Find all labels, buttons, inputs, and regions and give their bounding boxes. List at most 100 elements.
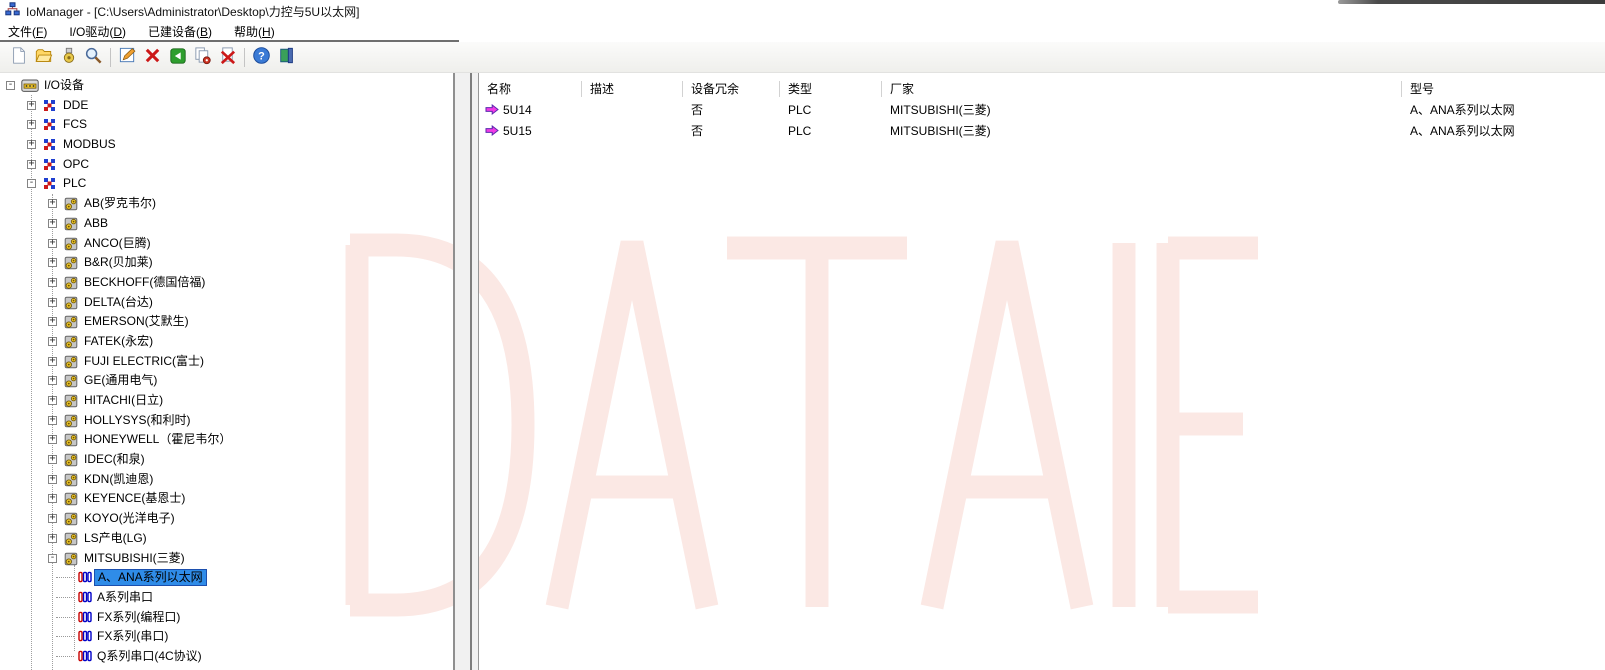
expand-icon[interactable]: + [27,119,36,130]
driver-category-icon [43,138,57,154]
device-row[interactable]: 5U15 否 PLC MITSUBISHI(三菱) A、ANA系列以太网 [479,120,1605,141]
stamp-button[interactable] [56,45,81,70]
edit-button[interactable] [115,45,140,70]
tree-item-label: FATEK(永宏) [84,333,154,348]
exit-button[interactable] [274,45,299,70]
toolbar: ? [0,42,1605,73]
column-header-vendor[interactable]: 厂家 [882,80,1402,97]
tree-item[interactable]: + HONEYWELL（霍尼韦尔） [0,430,453,450]
expand-icon[interactable]: + [48,454,57,465]
expand-icon[interactable]: + [48,237,57,248]
tree-item[interactable]: + FATEK(永宏) [0,332,453,352]
tree-item[interactable]: + ANCO(巨腾) [0,234,453,254]
tree-item[interactable]: + AB(罗克韦尔) [0,194,453,214]
collapse-icon[interactable]: - [6,80,15,90]
tree-item[interactable]: + BECKHOFF(德国倍福) [0,273,453,293]
expand-icon[interactable]: + [48,316,57,327]
expand-icon[interactable]: + [48,257,57,268]
tree-item-label: IDEC(和泉) [84,452,145,467]
tree-item[interactable]: + FUJI ELECTRIC(富士) [0,352,453,372]
tree-item[interactable]: + DDE [0,96,453,116]
tree-item[interactable]: + FCS [0,115,453,135]
delete-page-button[interactable] [215,45,240,70]
device-row[interactable]: 5U14 否 PLC MITSUBISHI(三菱) A、ANA系列以太网 [479,99,1605,120]
column-header-model[interactable]: 型号 [1402,81,1600,97]
delete-x-button[interactable] [140,45,165,70]
expand-icon[interactable]: + [48,395,57,405]
expand-icon[interactable]: + [27,158,36,169]
exit-icon [278,46,296,68]
tree-item[interactable]: + B&R(贝加莱) [0,253,453,273]
menu-item-file[interactable]: 文件(F) [8,23,47,40]
collapse-icon[interactable]: - [48,552,57,563]
device-root-icon [21,79,39,96]
column-header-description[interactable]: 描述 [582,80,683,97]
tree-item[interactable]: + KEYENCE(基恩士) [0,489,453,509]
splitter-thumb[interactable] [470,73,472,670]
expand-icon[interactable]: + [27,99,36,110]
tree-item[interactable]: + KDN(凯迪恩) [0,470,453,490]
column-header-name[interactable]: 名称 [479,80,582,97]
device-tree-pane: - I/O设备 + DDE + FCS + MODBUS + OPC - PLC + AB(罗克韦尔) + A… [0,73,453,670]
collapse-icon[interactable]: - [27,178,36,189]
tree-item[interactable]: + DELTA(台达) [0,293,453,313]
copy-gear-button[interactable] [190,45,215,70]
expand-icon[interactable]: + [48,217,57,228]
menu-item-help[interactable]: 帮助(H) [234,23,275,40]
tree-item[interactable]: + IDEC(和泉) [0,450,453,470]
tree-item[interactable]: - PLC [0,174,453,194]
tree-item[interactable]: + MODBUS [0,135,453,155]
tree-item[interactable]: + HITACHI(日立) [0,391,453,411]
tree-item[interactable]: + EMERSON(艾默生) [0,312,453,332]
back-button[interactable] [165,45,190,70]
tree-item[interactable]: + OPC [0,155,453,175]
background-window-edge [1338,0,1605,4]
tree-item[interactable]: FX系列(编程口) [0,608,453,628]
cell-name: 5U15 [479,124,582,138]
open-folder-button[interactable] [31,45,56,70]
tree-item[interactable]: + ABB [0,214,453,234]
expand-icon[interactable]: + [48,296,57,307]
new-button[interactable] [6,45,31,70]
tree-item[interactable]: + KOYO(光洋电子) [0,509,453,529]
expand-icon[interactable]: + [48,335,57,346]
expand-icon[interactable]: + [48,513,57,524]
expand-icon[interactable]: + [48,493,57,504]
driver-category-icon [43,158,57,174]
vendor-icon [64,256,78,273]
expand-icon[interactable]: + [27,139,36,150]
tree-item[interactable]: - MITSUBISHI(三菱) [0,549,453,569]
column-header-redundancy[interactable]: 设备冗余 [683,80,780,97]
tree-item[interactable]: Q系列串口(4C协议) [0,647,453,667]
expand-icon[interactable]: + [48,276,57,287]
tree-item-label: BECKHOFF(德国倍福) [84,274,206,289]
tree-item[interactable]: FX系列(串口) [0,627,453,647]
tree-item[interactable]: A、ANA系列以太网 [0,568,453,588]
expand-icon[interactable]: + [48,198,57,209]
expand-icon[interactable]: + [48,414,57,425]
menu-item-io-driver[interactable]: I/O驱动(D) [69,23,126,40]
tree-item[interactable]: - I/O设备 [0,76,453,96]
stamp-icon [60,46,78,68]
search-button[interactable] [81,45,106,70]
expand-icon[interactable]: + [48,434,57,445]
vendor-icon [64,414,78,431]
menu-item-built-devices[interactable]: 已建设备(B) [148,23,212,40]
tree-item[interactable]: A系列串口 [0,588,453,608]
tree-item[interactable]: + GE(通用电气) [0,371,453,391]
toolbar-separator [244,47,245,67]
tree-item[interactable]: + LS产电(LG) [0,529,453,549]
column-header-type[interactable]: 类型 [780,80,882,97]
expand-icon[interactable]: + [48,473,57,484]
vendor-icon [64,453,78,470]
expand-icon[interactable]: + [48,532,57,543]
list-rows: 5U14 否 PLC MITSUBISHI(三菱) A、ANA系列以太网 5U15 否 PLC… [479,99,1605,141]
help-button[interactable]: ? [249,45,274,70]
splitter-bar[interactable] [453,73,479,670]
menu-item-label: ) [122,24,127,39]
tree-item-label: FCS [63,117,87,132]
expand-icon[interactable]: + [48,375,57,386]
tree-item[interactable]: + HOLLYSYS(和利时) [0,411,453,431]
expand-icon[interactable]: + [48,355,57,366]
cell-vendor: MITSUBISHI(三菱) [890,103,991,117]
